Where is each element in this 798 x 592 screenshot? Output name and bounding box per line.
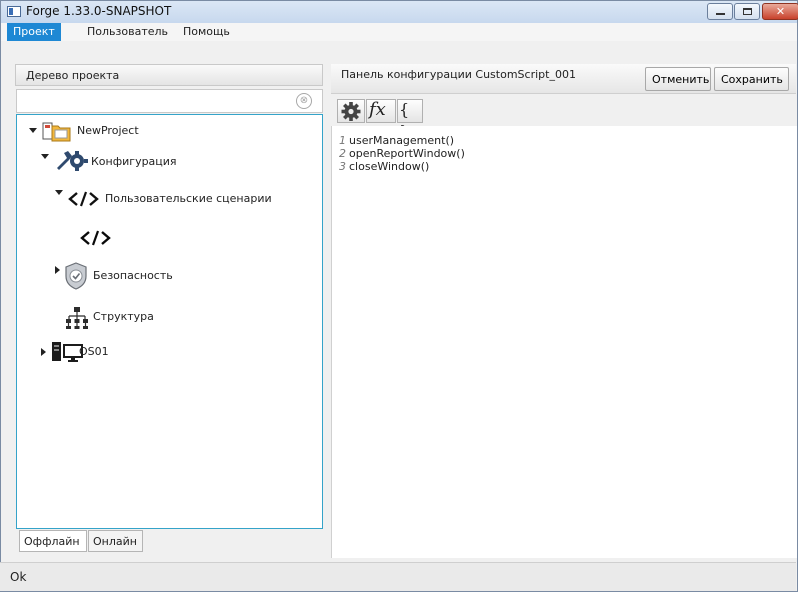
- expand-arrow-icon[interactable]: [41, 348, 46, 356]
- code-text: openReportWindow(): [349, 147, 465, 160]
- app-icon: [7, 6, 21, 17]
- shield-icon: [65, 262, 87, 290]
- expand-arrow-icon[interactable]: [55, 190, 63, 195]
- tree-node-newproject[interactable]: NewProject: [27, 120, 227, 142]
- code-text: userManagement(): [349, 134, 455, 147]
- tree-node-label: CustomScript_001: [115, 231, 216, 244]
- expand-arrow-icon[interactable]: [41, 154, 49, 159]
- tree-node-label: Пользовательские сценарии: [105, 192, 272, 205]
- line-number: 2: [339, 147, 346, 160]
- project-icon: [42, 122, 71, 142]
- project-tree: NewProject Конфигурация Пользовательские…: [16, 114, 323, 529]
- close-button[interactable]: ✕: [762, 3, 798, 20]
- expand-arrow-icon[interactable]: [29, 128, 37, 133]
- function-tool-button[interactable]: fx: [366, 99, 396, 123]
- close-icon: ✕: [775, 5, 786, 18]
- tree-node-label: Конфигурация: [91, 155, 177, 168]
- line-number: 3: [339, 160, 346, 173]
- menu-item-project[interactable]: Проект: [7, 23, 61, 41]
- code-tags-icon: [80, 230, 111, 246]
- expand-arrow-icon[interactable]: [55, 266, 60, 274]
- minimize-button[interactable]: [707, 3, 733, 20]
- hierarchy-icon: [66, 307, 88, 329]
- save-button[interactable]: Сохранить: [714, 67, 789, 91]
- status-bar: Ok: [0, 562, 796, 591]
- tree-node-os01[interactable]: OS01: [41, 341, 241, 363]
- settings-tool-button[interactable]: [337, 99, 365, 123]
- script-editor[interactable]: 1 userManagement() 2 openReportWindow() 3c…: [331, 126, 797, 558]
- menu-item-user[interactable]: Пользователь: [81, 23, 174, 41]
- tree-node-configuration[interactable]: Конфигурация: [41, 151, 241, 173]
- title-bar[interactable]: Forge 1.33.0-SNAPSHOT ✕: [1, 1, 798, 23]
- tab-offline[interactable]: Оффлайн: [19, 530, 87, 552]
- tree-node-label: NewProject: [77, 124, 139, 137]
- maximize-icon: [743, 8, 752, 15]
- tree-node-structure[interactable]: Структура: [65, 306, 265, 329]
- minimize-icon: [716, 13, 725, 15]
- tree-node-user-scripts[interactable]: Пользовательские сценарии: [55, 188, 320, 210]
- config-panel-title: Панель конфигурации CustomScript_001: [341, 68, 576, 81]
- project-tree-header: Дерево проекта: [15, 64, 323, 86]
- tree-node-label: OS01: [79, 345, 109, 358]
- tab-online[interactable]: Онлайн: [88, 530, 143, 552]
- braces-tool-button[interactable]: { }: [397, 99, 423, 141]
- status-text: Ok: [10, 570, 27, 584]
- tree-node-label: Структура: [93, 310, 154, 323]
- code-tags-icon: [68, 191, 99, 207]
- code-line: 1 userManagement(): [332, 134, 454, 147]
- clear-icon[interactable]: ⊗: [296, 93, 312, 109]
- function-icon: fx: [369, 99, 386, 120]
- code-line: 3 closeWindow(): [332, 160, 429, 173]
- tree-node-label: Безопасность: [93, 269, 173, 282]
- project-tree-title: Дерево проекта: [26, 69, 120, 82]
- gear-icon: [341, 102, 361, 121]
- tree-search-input[interactable]: ⊗: [16, 89, 323, 113]
- line-number: 1: [339, 134, 346, 147]
- window-title: Forge 1.33.0-SNAPSHOT: [26, 4, 172, 18]
- code-text: closeWindow(): [349, 160, 430, 173]
- code-line: 2 openReportWindow(): [332, 147, 465, 160]
- menu-item-help[interactable]: Помощь: [177, 23, 236, 41]
- tree-node-customscript[interactable]: CustomScript_001: [79, 227, 309, 249]
- maximize-button[interactable]: [734, 3, 760, 20]
- cancel-button[interactable]: Отменить: [645, 67, 711, 91]
- tree-node-security[interactable]: Безопасность: [55, 262, 275, 290]
- menu-bar: Проект Пользователь Помощь: [1, 23, 797, 41]
- wrench-gear-icon: [57, 151, 88, 171]
